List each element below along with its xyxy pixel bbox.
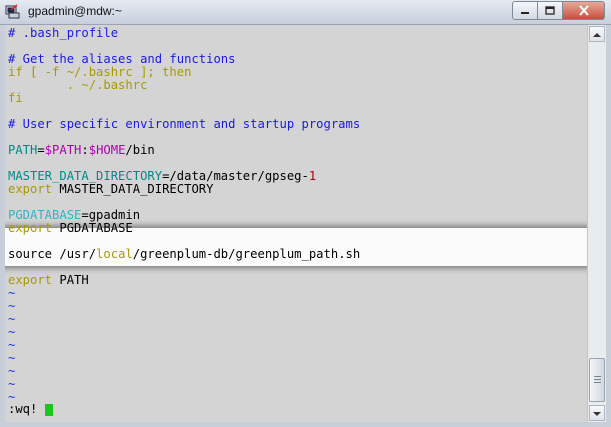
text-cursor	[45, 404, 53, 416]
editor-line: export PATH	[8, 274, 89, 287]
scroll-down-button[interactable]	[589, 405, 605, 421]
arrow-down-icon	[593, 412, 601, 416]
token: PGDATABASE	[52, 221, 133, 235]
grip-line	[594, 379, 601, 380]
grip-line	[594, 376, 601, 377]
editor-line: export MASTER_DATA_DIRECTORY	[8, 183, 213, 196]
editor-line: # User specific environment and startup …	[8, 117, 361, 131]
maximize-button[interactable]	[538, 1, 563, 20]
token: =	[37, 143, 45, 157]
editor-line: fi	[8, 91, 23, 105]
editor-line: . ~/.bashrc	[8, 78, 148, 92]
token: $PATH	[44, 143, 82, 157]
token: /bin	[125, 143, 155, 157]
vertical-scrollbar[interactable]	[587, 25, 606, 422]
terminal-area[interactable]: # .bash_profile # Get the aliases and fu…	[5, 25, 587, 422]
scroll-up-button[interactable]	[589, 26, 605, 42]
token: =gpadmin	[81, 208, 141, 222]
token: export	[8, 182, 53, 196]
token: :	[81, 143, 89, 157]
maximize-icon	[545, 5, 555, 15]
token: MASTER_DATA_DIRECTORY	[8, 169, 163, 183]
editor-line: source /usr/local/greenplum-db/greenplum…	[8, 248, 360, 261]
token: =/data/master/gpseg-	[162, 169, 309, 183]
command-line[interactable]: :wq!	[8, 403, 37, 416]
arrow-up-icon	[593, 33, 601, 37]
putty-terminal-icon	[5, 4, 20, 19]
token: /greenplum-db/greenplum_path.sh	[132, 247, 361, 261]
token: local	[96, 247, 133, 261]
token: PGDATABASE	[8, 208, 82, 222]
token: $HOME	[88, 143, 126, 157]
token: PATH	[8, 143, 38, 157]
token: PATH	[52, 273, 89, 287]
window-title: gpadmin@mdw:~	[28, 4, 122, 18]
grip-line	[594, 382, 601, 383]
token: export	[8, 221, 53, 235]
editor-line: # .bash_profile	[8, 26, 119, 40]
token: source /usr/	[8, 247, 97, 261]
editor-line: export PGDATABASE	[8, 222, 133, 235]
minimize-icon	[521, 11, 529, 14]
title-bar[interactable]: gpadmin@mdw:~	[0, 0, 611, 25]
token: 1	[308, 169, 317, 183]
minimize-button[interactable]	[512, 1, 538, 20]
window-controls	[512, 1, 605, 20]
scrollbar-thumb[interactable]	[589, 358, 605, 402]
close-button[interactable]	[563, 1, 605, 20]
editor-line: PATH=$PATH:$HOME/bin	[8, 144, 155, 157]
close-icon	[578, 5, 589, 16]
token: MASTER_DATA_DIRECTORY	[52, 182, 214, 196]
token: export	[8, 273, 53, 287]
